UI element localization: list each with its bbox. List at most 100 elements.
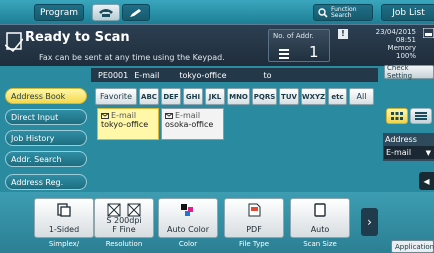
address-entry-osoka[interactable]: E-mail osoka-office xyxy=(161,108,224,140)
direct-input-button[interactable]: Direct Input xyxy=(5,109,87,125)
grid-view-button[interactable] xyxy=(386,108,408,124)
next-settings-button[interactable]: › xyxy=(361,208,378,236)
memory-value: 100% xyxy=(395,52,416,60)
index-tabs: Favorite ABC DEF GHI JKL MNO PQRS TUV WX… xyxy=(95,88,374,105)
left-menu-label: Direct Input xyxy=(11,112,59,122)
tab-label: WXYZ xyxy=(301,92,326,101)
address-entry-tokyo[interactable]: E-mail tokyo-office xyxy=(97,108,159,140)
left-menu-label: Job History xyxy=(11,133,55,143)
time-text: 08:51 xyxy=(395,36,416,44)
simplex-caption: Simplex/ xyxy=(48,240,80,248)
file-type-setting-card[interactable]: PDF xyxy=(224,198,284,238)
tab-mno[interactable]: MNO xyxy=(227,88,250,105)
address-count-label: No. of Addr. xyxy=(273,32,314,40)
scan-size-value: Auto xyxy=(310,225,330,234)
left-menu-label: Address Book xyxy=(11,91,66,101)
scan-size-caption: Scan Size xyxy=(303,240,337,248)
job-list-button[interactable]: Job List xyxy=(381,4,434,21)
date-text: 23/04/2015 xyxy=(375,28,416,36)
resolution-icon xyxy=(107,203,141,217)
tab-tuv[interactable]: TUV xyxy=(279,88,299,105)
function-search-button[interactable]: Function Search xyxy=(313,4,373,21)
tab-pqrs[interactable]: PQRS xyxy=(252,88,277,105)
alert-icon[interactable]: ! xyxy=(338,29,348,39)
tab-abc[interactable]: ABC xyxy=(139,88,159,105)
tab-all[interactable]: All xyxy=(349,88,374,105)
tab-label: JKL xyxy=(208,92,222,101)
address-count-value: 1 xyxy=(309,43,319,61)
email-icon xyxy=(165,112,173,119)
destination-name: tokyo-office xyxy=(179,70,227,80)
list-view-icon xyxy=(415,112,427,120)
color-icon xyxy=(181,204,193,216)
address-count-box: No. of Addr. 1 xyxy=(268,29,330,62)
arrow-left-icon: ◂ xyxy=(423,174,430,188)
color-caption: Color xyxy=(178,240,198,248)
address-filter-label: Address xyxy=(385,135,417,144)
status-subtitle: Fax can be sent at any time using the Ke… xyxy=(39,53,225,62)
tab-def[interactable]: DEF xyxy=(161,88,181,105)
chevron-right-icon: › xyxy=(367,215,372,229)
date-time-block: 23/04/2015 08:51 Memory 100% xyxy=(370,28,416,60)
color-value: Auto Color xyxy=(166,225,209,234)
tab-label: ABC xyxy=(141,92,157,101)
address-reg-button[interactable]: Address Reg. xyxy=(5,174,87,190)
tab-favorite[interactable]: Favorite xyxy=(95,88,137,105)
entry-name: osoka-office xyxy=(165,120,214,129)
address-type-value: E-mail xyxy=(386,148,412,157)
tab-label: etc xyxy=(331,92,344,101)
pen-icon xyxy=(130,8,141,17)
destination-id: PE0001 xyxy=(98,70,129,80)
pdf-file-icon xyxy=(248,203,261,217)
job-list-label: Job List xyxy=(392,7,425,18)
top-bar: Program Function Search Job List xyxy=(0,0,434,24)
tab-label: TUV xyxy=(281,92,297,101)
addr-search-button[interactable]: Addr. Search xyxy=(5,151,87,167)
fax-mode-button[interactable] xyxy=(92,4,120,21)
program-label: Program xyxy=(40,7,78,18)
scan-document-icon xyxy=(5,32,23,53)
tab-label: GHI xyxy=(185,92,201,101)
tab-label: MNO xyxy=(229,92,248,101)
scan-size-setting-card[interactable]: Auto xyxy=(290,198,350,238)
left-menu-label: Addr. Search xyxy=(11,154,62,164)
application-tab[interactable]: Application xyxy=(391,240,434,253)
tab-label: Favorite xyxy=(100,92,132,101)
simplex-setting-card[interactable]: 1-Sided xyxy=(34,198,94,238)
back-arrow-button[interactable]: ◂ xyxy=(419,172,434,190)
tab-etc[interactable]: etc xyxy=(328,88,347,105)
address-book-button[interactable]: Address Book xyxy=(5,88,87,104)
tab-label: DEF xyxy=(163,92,179,101)
search-icon xyxy=(318,7,328,18)
chevron-down-icon: ▼ xyxy=(425,148,431,157)
destination-type: E-mail xyxy=(134,70,160,80)
program-button[interactable]: Program xyxy=(34,4,84,21)
check-setting-button[interactable]: Check Setting xyxy=(384,64,434,80)
file-type-caption: File Type xyxy=(238,240,270,248)
status-header: Ready to Scan Fax can be sent at any tim… xyxy=(0,24,434,66)
check-setting-label: Check Setting xyxy=(387,64,413,80)
color-setting-card[interactable]: Auto Color xyxy=(158,198,218,238)
tab-wxyz[interactable]: WXYZ xyxy=(301,88,326,105)
simplex-value: 1-Sided xyxy=(48,225,80,234)
single-sided-icon xyxy=(57,203,71,217)
entry-type: E-mail xyxy=(175,111,201,120)
page-title: Ready to Scan xyxy=(25,30,130,45)
job-history-button[interactable]: Job History xyxy=(5,130,87,146)
edit-mode-button[interactable] xyxy=(122,4,150,21)
tab-jkl[interactable]: JKL xyxy=(205,88,225,105)
left-menu-label: Address Reg. xyxy=(11,177,64,187)
phone-icon xyxy=(99,8,113,17)
application-label: Application xyxy=(395,242,434,251)
address-type-select[interactable]: E-mail ▼ xyxy=(384,146,434,159)
function-search-label: Function Search xyxy=(331,5,357,19)
destination-strip: PE0001 E-mail tokyo-office to xyxy=(91,68,378,82)
tab-ghi[interactable]: GHI xyxy=(183,88,203,105)
resolution-setting-card[interactable]: S 200dpi F Fine xyxy=(94,198,154,238)
list-view-button[interactable] xyxy=(410,108,432,124)
memory-label: Memory xyxy=(387,44,416,52)
resolution-value: S 200dpi F Fine xyxy=(106,216,142,234)
storage-icon xyxy=(423,28,434,38)
resolution-caption: Resolution xyxy=(105,240,143,248)
grid-view-icon xyxy=(391,112,403,120)
